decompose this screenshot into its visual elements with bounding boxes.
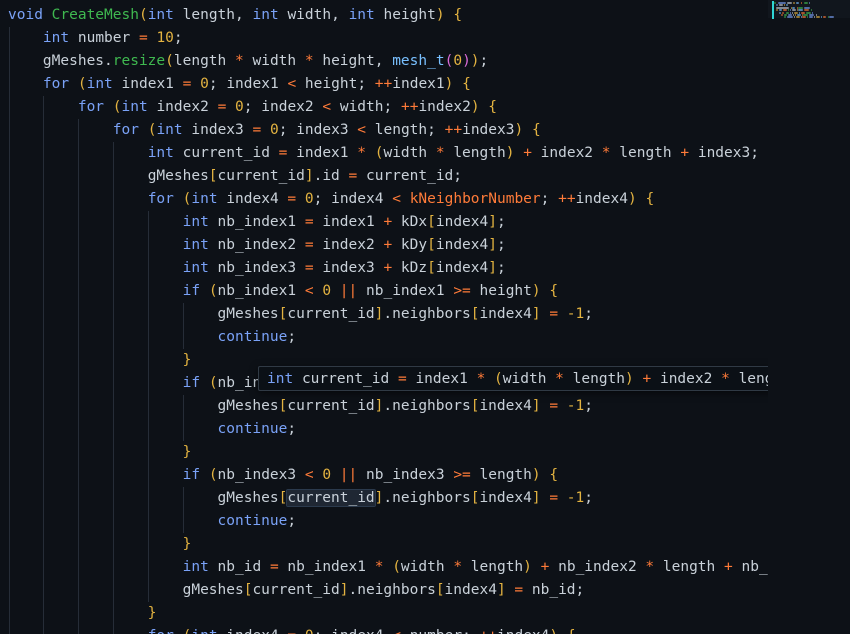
code-line[interactable]: int nb_index3 = index3 + kDz[index4];: [0, 257, 850, 280]
code-line[interactable]: gMeshes[current_id].neighbors[index4] = …: [0, 395, 850, 418]
minimap-line: [787, 2, 792, 4]
code-line[interactable]: gMeshes[current_id].neighbors[index4] = …: [0, 487, 850, 510]
code-line[interactable]: int nb_index1 = index1 + kDx[index4];: [0, 211, 850, 234]
minimap-line: [829, 16, 834, 19]
code-line[interactable]: if (nb_index1 < 0 || nb_index1 >= height…: [0, 280, 850, 303]
minimap-line: [787, 9, 789, 12]
minimap-line: [808, 2, 810, 4]
code-line[interactable]: continue;: [0, 510, 850, 533]
minimap-line: [808, 16, 814, 19]
code-line[interactable]: gMeshes[current_id].neighbors[index4] = …: [0, 303, 850, 326]
minimap-line: [798, 9, 803, 12]
code-text-area[interactable]: void CreateMesh(int length, int width, i…: [0, 0, 850, 634]
code-line[interactable]: for (int index3 = 0; index3 < length; ++…: [0, 119, 850, 142]
minimap-line: [786, 16, 794, 19]
inline-hover-tooltip: int current_id = index1 * (width * lengt…: [258, 366, 850, 391]
code-line[interactable]: gMeshes[current_id].id = current_id;: [0, 165, 850, 188]
code-line[interactable]: }: [0, 602, 850, 625]
code-line[interactable]: continue;: [0, 326, 850, 349]
code-line[interactable]: }: [0, 441, 850, 464]
overview-ruler[interactable]: [836, 0, 850, 634]
minimap-line: [802, 16, 807, 19]
occurrence-highlight: current_id: [286, 489, 376, 507]
code-line[interactable]: int current_id = index1 * (width * lengt…: [0, 142, 850, 165]
minimap-line: [822, 16, 827, 19]
minimap-line: [789, 9, 791, 12]
code-line[interactable]: gMeshes.resize(length * width * height, …: [0, 50, 850, 73]
minimap-line: [783, 9, 787, 12]
code-line[interactable]: int number = 10;: [0, 27, 850, 50]
code-editor[interactable]: void CreateMesh(int length, int width, i…: [0, 0, 850, 634]
code-line[interactable]: if (nb_index3 < 0 || nb_index3 >= length…: [0, 464, 850, 487]
minimap-line: [792, 2, 795, 4]
code-line[interactable]: for (int index4 = 0; index4 < number; ++…: [0, 625, 850, 634]
minimap-line: [803, 2, 808, 4]
minimap-line: [816, 16, 820, 19]
minimap-line: [810, 9, 812, 12]
code-line[interactable]: for (int index2 = 0; index2 < width; ++i…: [0, 96, 850, 119]
code-line[interactable]: continue;: [0, 418, 850, 441]
code-line[interactable]: int nb_index2 = index2 + kDy[index4];: [0, 234, 850, 257]
minimap-line: [791, 9, 796, 12]
minimap-line: [783, 16, 786, 19]
code-line[interactable]: gMeshes[current_id].neighbors[index4] = …: [0, 579, 850, 602]
code-line[interactable]: for (int index4 = 0; index4 < kNeighborN…: [0, 188, 850, 211]
minimap-line: [820, 16, 822, 19]
code-line[interactable]: void CreateMesh(int length, int width, i…: [0, 4, 850, 27]
minimap-line: [795, 16, 800, 19]
code-line[interactable]: int nb_id = nb_index1 * (width * length)…: [0, 556, 850, 579]
code-line[interactable]: }: [0, 533, 850, 556]
code-line[interactable]: for (int index1 = 0; index1 < height; ++…: [0, 73, 850, 96]
